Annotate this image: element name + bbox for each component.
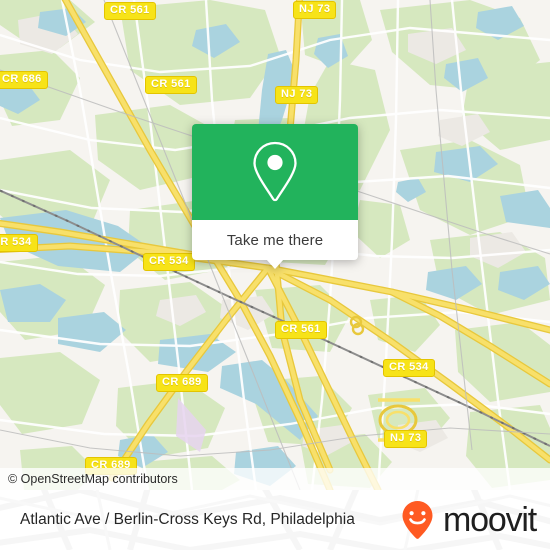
take-me-there-label: Take me there <box>226 231 324 249</box>
road-label-badge: CR 534 <box>143 253 195 271</box>
road-label-badge: CR 561 <box>104 2 156 20</box>
footer-bar: Atlantic Ave / Berlin-Cross Keys Rd, Phi… <box>0 490 550 550</box>
road-label-badge: CR 534 <box>383 359 435 377</box>
road-label-badge: NJ 73 <box>275 86 319 104</box>
card-action-area[interactable]: Take me there <box>192 220 358 260</box>
attribution-text: © OpenStreetMap contributors <box>8 472 178 486</box>
map-attribution[interactable]: © OpenStreetMap contributors <box>0 468 550 490</box>
map-canvas[interactable]: CR 561 NJ 73 CR 686 CR 561 NJ 73 CR 534 … <box>0 0 550 490</box>
moovit-map-screenshot: CR 561 NJ 73 CR 686 CR 561 NJ 73 CR 534 … <box>0 0 550 550</box>
map-pin-icon <box>253 141 297 202</box>
moovit-brand: moovit <box>400 499 537 541</box>
moovit-smiley-pin-icon <box>402 501 433 539</box>
road-label-badge: NJ 73 <box>293 1 337 19</box>
road-label-badge: CR 689 <box>156 374 208 392</box>
road-label-badge: NJ 73 <box>384 430 428 448</box>
card-image-area <box>192 124 358 220</box>
moovit-wordmark: moovit <box>443 501 537 539</box>
road-label-badge: CR 686 <box>0 71 48 89</box>
card-pointer-tail <box>266 259 284 269</box>
road-label-badge: CR 561 <box>145 76 197 94</box>
take-me-there-card[interactable]: Take me there <box>192 124 358 269</box>
location-title: Atlantic Ave / Berlin-Cross Keys Rd, Phi… <box>20 511 355 528</box>
road-label-badge: CR 534 <box>0 234 38 252</box>
road-label-badge: CR 561 <box>275 321 327 339</box>
